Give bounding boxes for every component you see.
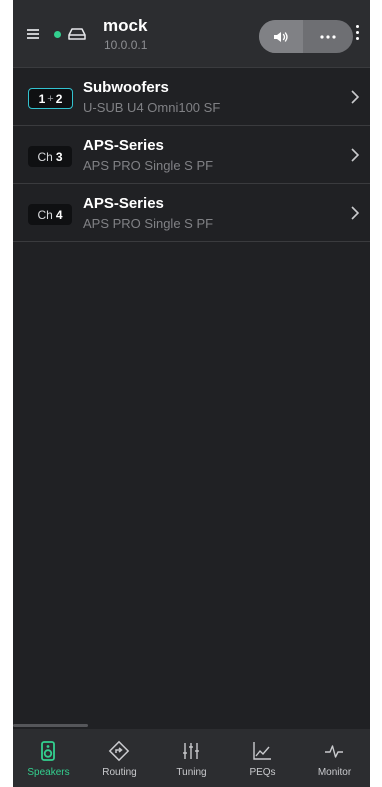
speaker-title: APS-Series [83,137,164,154]
speaker-row-subwoofers[interactable]: 1 + 2 Subwoofers U-SUB U4 Omni100 SF [13,68,370,126]
speaker-row-ch4[interactable]: Ch 4 APS-Series APS PRO Single S PF [13,184,370,242]
channel-badge: Ch 3 [28,146,72,167]
chevron-right-icon [351,206,360,220]
more-vertical-icon[interactable] [354,25,360,45]
nav-label: PEQs [249,767,276,778]
nav-label: Tuning [176,767,207,778]
bottom-nav: Speakers Routing Tuning PEQs Monitor [13,729,370,787]
speaker-row-ch3[interactable]: Ch 3 APS-Series APS PRO Single S PF [13,126,370,184]
badge-separator: + [47,92,54,105]
device-ip: 10.0.0.1 [104,38,148,52]
badge-channel-b: 2 [55,91,63,106]
device-icon [68,28,86,40]
routing-icon [108,740,130,762]
volume-icon [274,31,288,42]
nav-label: Speakers [27,767,70,778]
pulse-icon [325,745,343,758]
nav-label: Monitor [317,767,352,778]
badge-prefix: Ch [37,149,53,164]
badge-channel-a: 1 [38,91,46,106]
chevron-right-icon [351,148,360,162]
menu-icon[interactable] [27,29,39,39]
device-name: mock [103,16,148,35]
speaker-model: APS PRO Single S PF [83,158,214,173]
speaker-title: APS-Series [83,195,164,212]
nav-tab-peqs[interactable]: PEQs [227,729,298,787]
more-button[interactable] [303,20,353,53]
nav-tab-tuning[interactable]: Tuning [156,729,227,787]
app-screen: mock 10.0.0.1 1 + 2 Subwoofers U-SUB U4 … [13,0,370,787]
chevron-right-icon [351,90,360,104]
speaker-model: U-SUB U4 Omni100 SF [83,100,221,115]
channel-badge: 1 + 2 [28,88,73,109]
volume-button[interactable] [259,20,303,53]
badge-channel: 4 [55,207,63,222]
sliders-icon [183,743,199,759]
nav-tab-monitor[interactable]: Monitor [299,729,370,787]
nav-tab-routing[interactable]: Routing [84,729,155,787]
chart-line-icon [253,742,271,760]
top-bar: mock 10.0.0.1 [13,0,370,68]
status-dot [54,31,61,38]
nav-label: Routing [102,767,137,778]
speaker-title: Subwoofers [83,79,169,96]
badge-prefix: Ch [37,207,53,222]
speaker-model: APS PRO Single S PF [83,216,214,231]
header-actions [259,20,353,53]
more-horizontal-icon [320,34,336,39]
channel-badge: Ch 4 [28,204,72,225]
speaker-icon [41,741,55,761]
scroll-indicator [13,724,88,727]
nav-tab-speakers[interactable]: Speakers [13,729,84,787]
badge-channel: 3 [55,149,63,164]
